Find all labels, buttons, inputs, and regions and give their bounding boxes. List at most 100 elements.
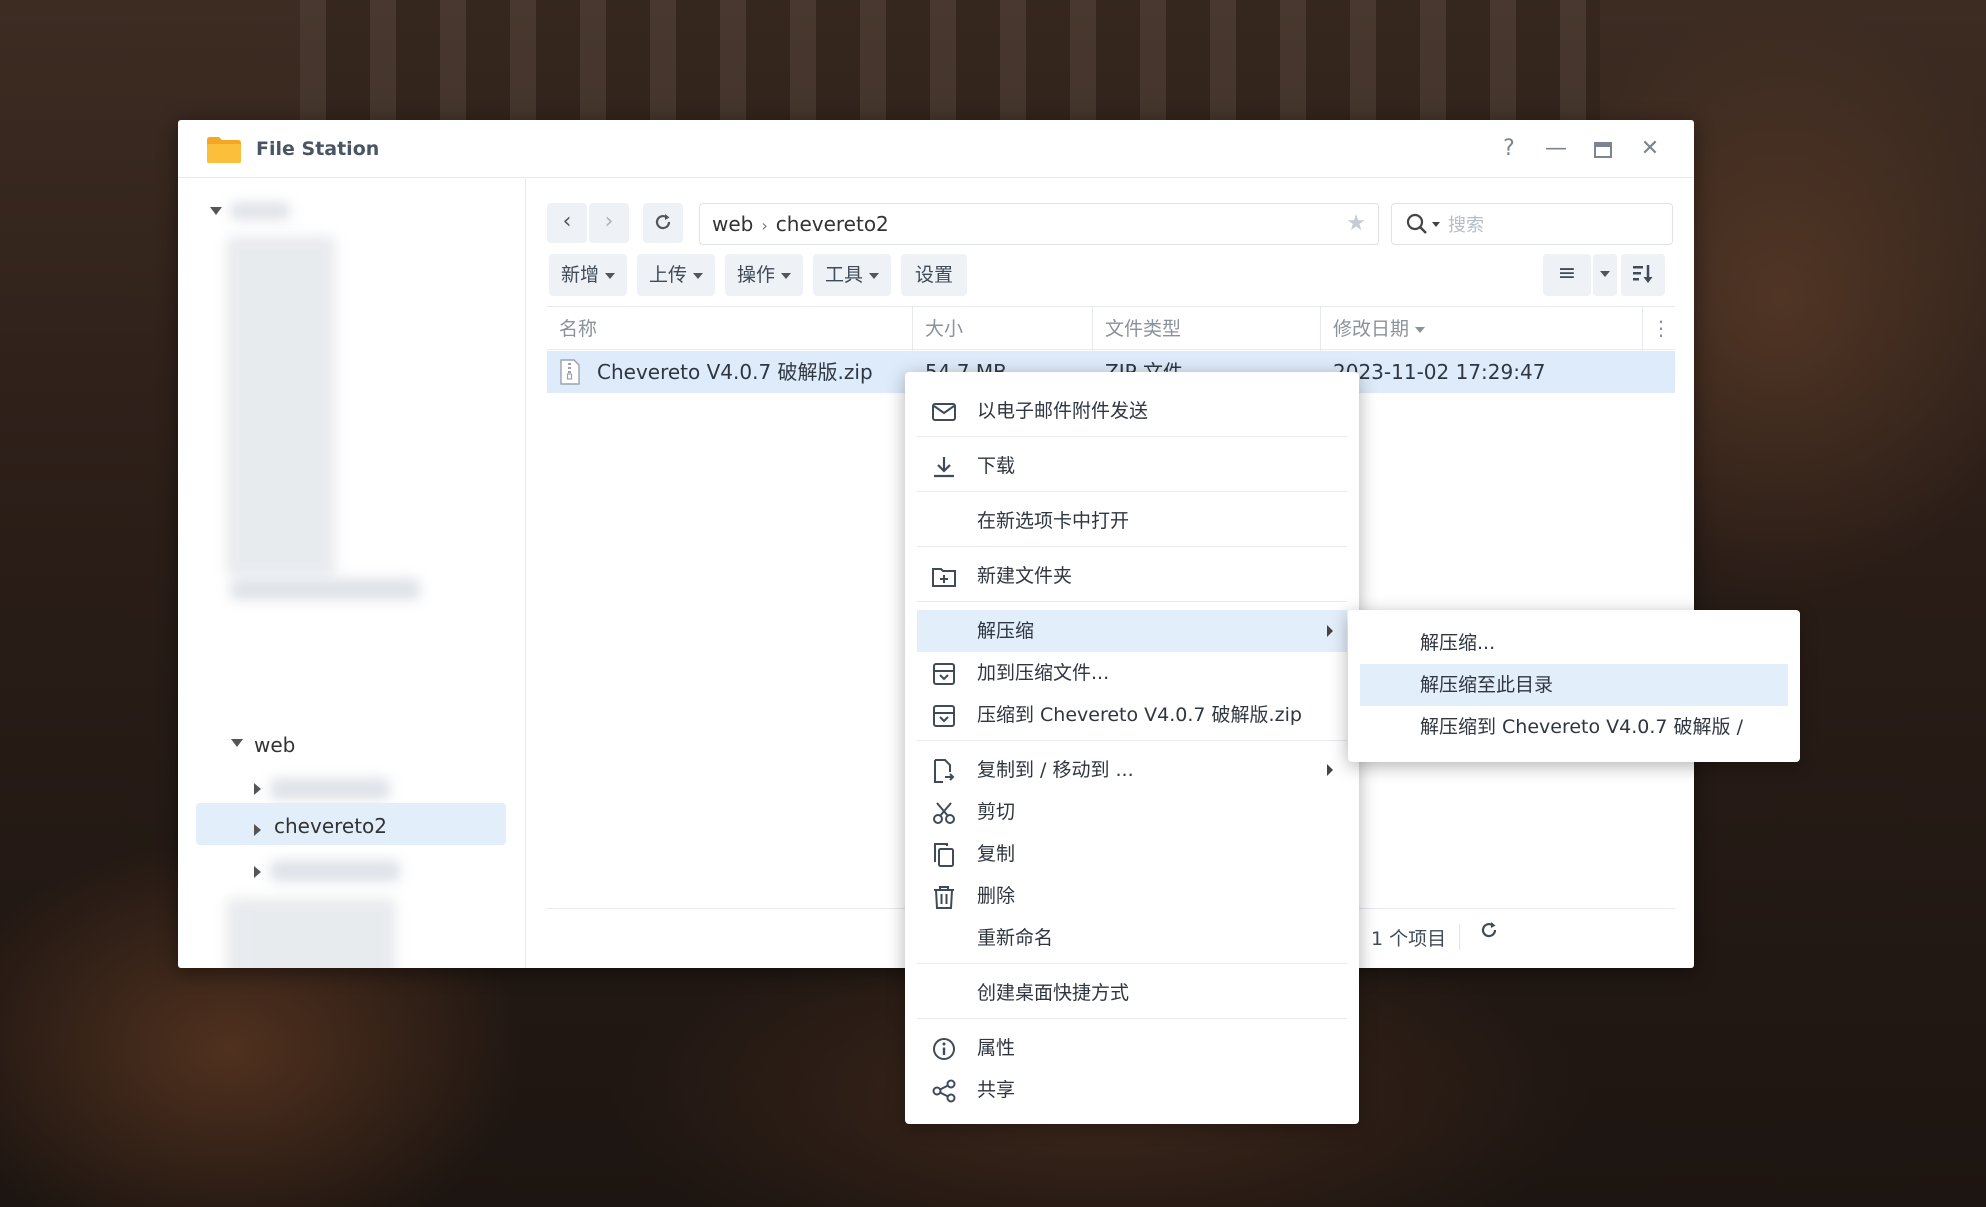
- menu-item-download[interactable]: 下载: [917, 445, 1347, 487]
- column-size[interactable]: 大小: [913, 307, 1093, 351]
- help-icon[interactable]: ?: [1493, 134, 1525, 166]
- wallpaper: [300, 0, 1600, 130]
- download-icon: [934, 457, 954, 478]
- submenu-arrow-icon: [1327, 625, 1333, 637]
- breadcrumb-separator-icon: ›: [761, 216, 768, 235]
- footer-refresh-icon[interactable]: [1479, 920, 1499, 946]
- menu-separator: [917, 436, 1347, 437]
- menu-item-add-archive[interactable]: 加到压缩文件...: [917, 652, 1347, 694]
- breadcrumb-chevereto2[interactable]: chevereto2: [776, 212, 889, 236]
- column-type[interactable]: 文件类型: [1093, 307, 1321, 351]
- menu-item-rename[interactable]: 重新命名: [917, 917, 1347, 959]
- forward-button[interactable]: ›: [589, 203, 629, 243]
- back-button[interactable]: ‹: [547, 203, 587, 243]
- column-name[interactable]: 名称: [547, 307, 913, 351]
- blurred-item: [270, 860, 400, 882]
- new-folder-icon: [932, 568, 956, 587]
- archive-icon: [933, 663, 955, 685]
- context-menu: 以电子邮件附件发送 下载 在新选项卡中打开 新建文件夹 解压缩 加到压缩文件..…: [905, 372, 1359, 1124]
- extract-submenu: 解压缩... 解压缩至此目录 解压缩到 Chevereto V4.0.7 破解版…: [1348, 610, 1800, 762]
- minimize-icon[interactable]: —: [1540, 134, 1572, 166]
- blurred-item: [270, 778, 390, 800]
- copy-move-icon: [934, 759, 955, 783]
- caret-down-icon[interactable]: [210, 207, 222, 215]
- title-bar: File Station ? — ✕: [178, 120, 1694, 178]
- menu-item-extract[interactable]: 解压缩: [917, 610, 1347, 652]
- chevron-down-icon: [605, 272, 615, 279]
- scissors-icon: [933, 802, 955, 824]
- new-button[interactable]: 新增: [549, 254, 627, 296]
- info-icon: [933, 1038, 955, 1060]
- refresh-icon: [655, 214, 671, 230]
- blurred-item: [230, 202, 290, 220]
- tools-button[interactable]: 工具: [813, 254, 891, 296]
- chevron-down-icon: [693, 272, 703, 279]
- upload-button[interactable]: 上传: [637, 254, 715, 296]
- search-input[interactable]: [1448, 212, 1658, 238]
- chevron-down-icon: [781, 272, 791, 279]
- menu-separator: [917, 963, 1347, 964]
- star-icon[interactable]: ★: [1346, 204, 1366, 244]
- sort-icon[interactable]: [1621, 254, 1665, 296]
- path-bar[interactable]: web › chevereto2 ★: [699, 203, 1379, 245]
- menu-separator: [917, 1018, 1347, 1019]
- menu-item-cut[interactable]: 剪切: [917, 791, 1347, 833]
- menu-item-compress-to[interactable]: 压缩到 Chevereto V4.0.7 破解版.zip: [917, 694, 1347, 736]
- caret-right-icon[interactable]: [254, 866, 261, 878]
- blurred-items: [226, 898, 396, 968]
- menu-separator: [917, 546, 1347, 547]
- zip-file-icon: [560, 359, 580, 385]
- item-count: 1 个项目: [1371, 928, 1447, 950]
- table-header: 名称 大小 文件类型 修改日期 ⋮: [547, 306, 1675, 351]
- sidebar-item-chevereto2[interactable]: chevereto2: [274, 814, 387, 838]
- view-dropdown-icon[interactable]: [1593, 254, 1617, 296]
- menu-item-share[interactable]: 共享: [917, 1069, 1347, 1111]
- menu-separator: [917, 601, 1347, 602]
- blurred-items: [226, 236, 336, 576]
- file-name[interactable]: Chevereto V4.0.7 破解版.zip: [597, 351, 873, 393]
- menu-separator: [917, 740, 1347, 741]
- menu-item-open-new-tab[interactable]: 在新选项卡中打开: [917, 500, 1347, 542]
- menu-item-copy[interactable]: 复制: [917, 833, 1347, 875]
- column-modified[interactable]: 修改日期: [1321, 307, 1643, 351]
- menu-item-delete[interactable]: 删除: [917, 875, 1347, 917]
- menu-item-new-folder[interactable]: 新建文件夹: [917, 555, 1347, 597]
- submenu-item-extract-dialog[interactable]: 解压缩...: [1360, 622, 1788, 664]
- refresh-button[interactable]: [643, 203, 683, 243]
- blurred-item: [230, 578, 420, 600]
- archive-icon: [933, 705, 955, 727]
- search-icon[interactable]: [1406, 213, 1428, 235]
- action-button[interactable]: 操作: [725, 254, 803, 296]
- list-view-icon[interactable]: ≡: [1543, 254, 1591, 296]
- sidebar-item-web[interactable]: web: [254, 733, 295, 757]
- chevron-down-icon: [869, 272, 879, 279]
- search-dropdown-icon[interactable]: [1432, 222, 1440, 227]
- close-icon[interactable]: ✕: [1634, 134, 1666, 166]
- menu-item-desktop-shortcut[interactable]: 创建桌面快捷方式: [917, 972, 1347, 1014]
- menu-item-properties[interactable]: 属性: [917, 1027, 1347, 1069]
- folder-app-icon: [207, 137, 241, 163]
- copy-icon: [934, 843, 954, 867]
- share-icon: [932, 1079, 956, 1103]
- submenu-item-extract-to-folder[interactable]: 解压缩到 Chevereto V4.0.7 破解版 /: [1360, 706, 1788, 748]
- sidebar-tree: web chevereto2: [178, 178, 526, 968]
- trash-icon: [934, 886, 954, 909]
- maximize-icon[interactable]: [1587, 134, 1619, 166]
- breadcrumb-web[interactable]: web: [712, 212, 753, 236]
- submenu-arrow-icon: [1327, 764, 1333, 776]
- submenu-item-extract-here[interactable]: 解压缩至此目录: [1360, 664, 1788, 706]
- menu-item-copy-move[interactable]: 复制到 / 移动到 ...: [917, 749, 1347, 791]
- footer-separator: [1459, 924, 1460, 950]
- caret-right-icon[interactable]: [254, 824, 261, 836]
- settings-button[interactable]: 设置: [901, 254, 967, 296]
- file-modified: 2023-11-02 17:29:47: [1333, 360, 1546, 384]
- menu-separator: [917, 491, 1347, 492]
- app-title: File Station: [256, 138, 380, 160]
- column-menu-icon[interactable]: ⋮: [1651, 307, 1671, 351]
- search-box[interactable]: [1391, 203, 1673, 245]
- menu-item-email[interactable]: 以电子邮件附件发送: [917, 390, 1347, 432]
- caret-right-icon[interactable]: [254, 783, 261, 795]
- caret-down-icon[interactable]: [231, 739, 243, 747]
- mail-icon: [932, 403, 956, 421]
- sort-desc-icon: [1415, 326, 1426, 333]
